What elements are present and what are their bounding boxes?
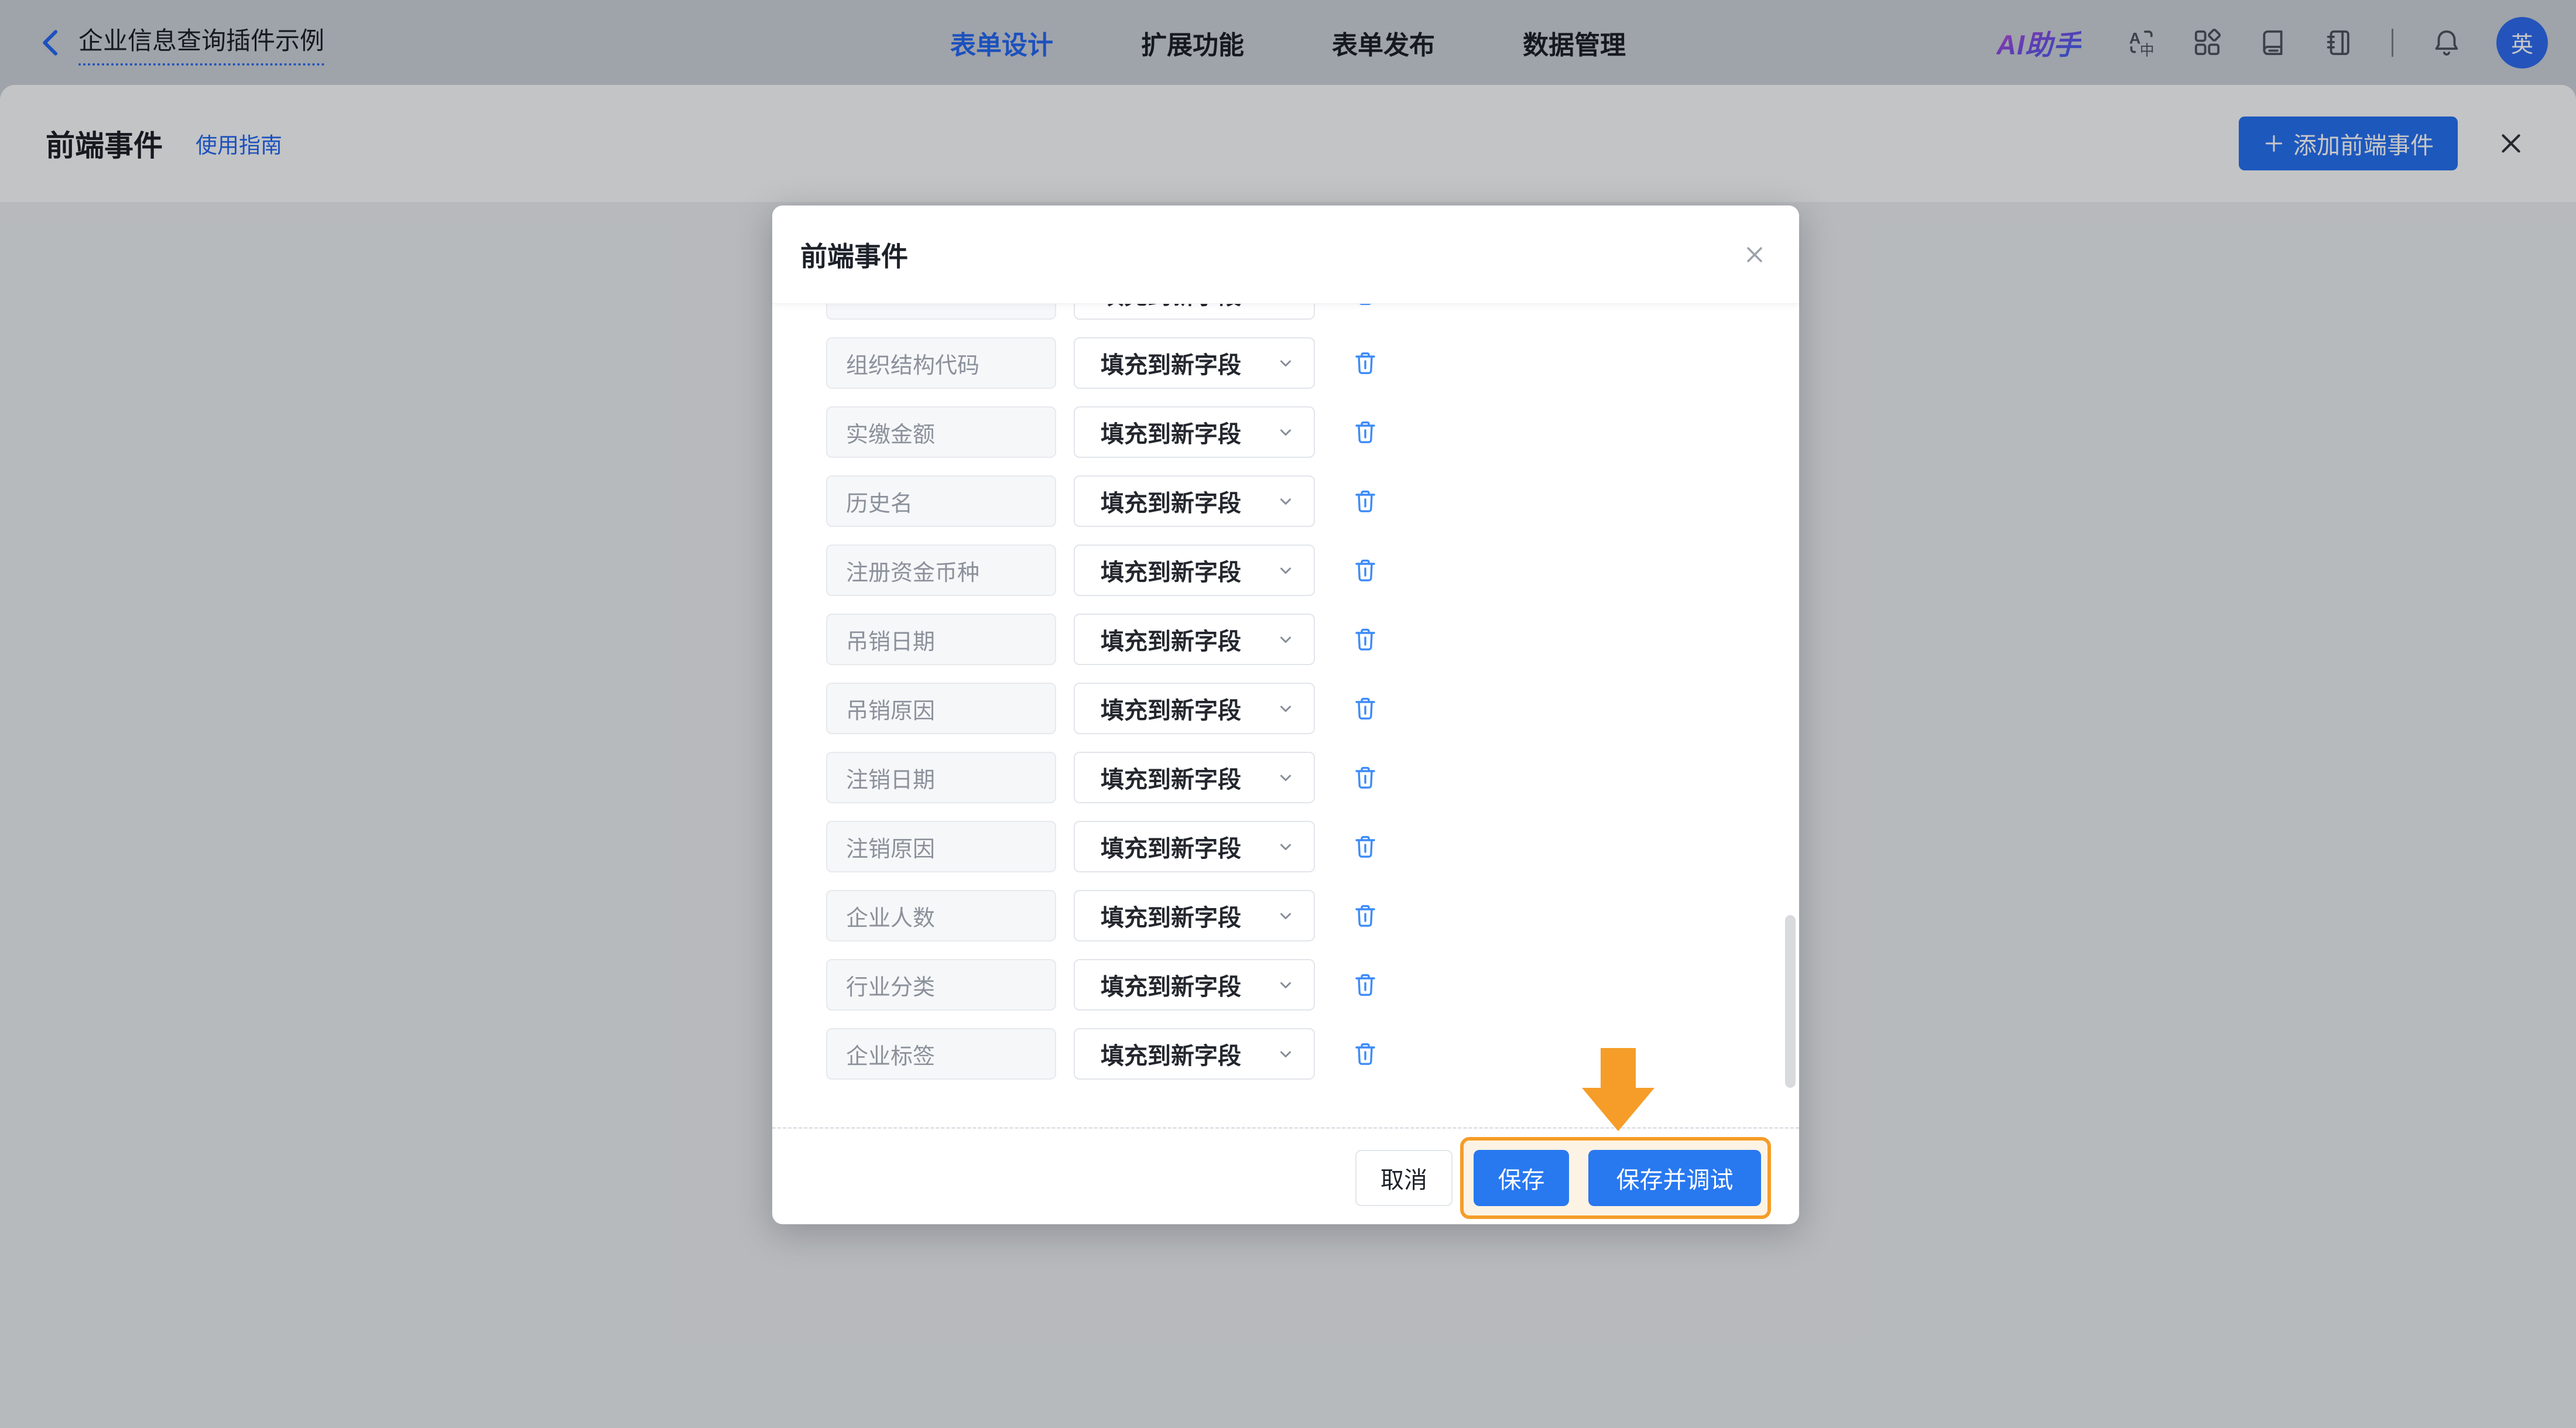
delete-row-button[interactable]: [1351, 902, 1379, 930]
field-mapping-row: 吊销原因 填充到新字段: [826, 683, 1799, 734]
field-mapping-row: 行业分类 填充到新字段: [826, 959, 1799, 1011]
delete-row-button[interactable]: [1351, 418, 1379, 446]
field-mapping-row: 注册资金币种 填充到新字段: [826, 545, 1799, 596]
fill-action-value: 填充到新字段: [1101, 836, 1241, 862]
field-mapping-row: 历史名 填充到新字段: [826, 475, 1799, 527]
fill-action-select[interactable]: 填充到新字段: [1074, 752, 1315, 803]
field-name-input[interactable]: 注册资金币种: [826, 545, 1056, 596]
fill-action-value: 填充到新字段: [1101, 422, 1241, 447]
field-mapping-row: 实缴金额 填充到新字段: [826, 406, 1799, 458]
fill-action-value: 填充到新字段: [1101, 352, 1241, 378]
fill-action-select[interactable]: 填充到新字段: [1074, 406, 1315, 458]
delete-row-button[interactable]: [1351, 303, 1379, 308]
field-mapping-row: 注销原因 填充到新字段: [826, 821, 1799, 872]
field-mapping-row: 企业人数 填充到新字段: [826, 890, 1799, 941]
chevron-down-icon: [1280, 636, 1291, 643]
delete-row-button[interactable]: [1351, 833, 1379, 861]
fill-action-value: 填充到新字段: [1101, 974, 1241, 1000]
field-name-input[interactable]: 吊销日期: [826, 614, 1056, 665]
delete-row-button[interactable]: [1351, 1040, 1379, 1068]
chevron-down-icon: [1280, 844, 1291, 850]
field-mapping-list: 填充到新字段 组织结构代码 填充到新字段: [772, 303, 1799, 1127]
field-name-input[interactable]: 企业人数: [826, 890, 1056, 941]
fill-action-value: 填充到新字段: [1101, 905, 1241, 931]
fill-action-value: 填充到新字段: [1101, 303, 1241, 311]
field-name-placeholder: 注销日期: [846, 768, 936, 793]
delete-row-button[interactable]: [1351, 625, 1379, 653]
fill-action-value: 填充到新字段: [1101, 767, 1241, 793]
save-and-debug-button[interactable]: 保存并调试: [1588, 1150, 1761, 1206]
fill-action-value: 填充到新字段: [1101, 491, 1241, 516]
chevron-down-icon: [1280, 360, 1291, 367]
fill-action-value: 填充到新字段: [1101, 698, 1241, 724]
chevron-down-icon: [1280, 498, 1291, 505]
fill-action-select[interactable]: 填充到新字段: [1074, 545, 1315, 596]
field-name-input[interactable]: 注销日期: [826, 752, 1056, 803]
fill-action-select[interactable]: 填充到新字段: [1074, 1028, 1315, 1080]
field-mapping-row: 填充到新字段: [826, 303, 1799, 320]
field-name-placeholder: 企业标签: [846, 1044, 936, 1069]
field-mapping-row: 注销日期 填充到新字段: [826, 752, 1799, 803]
field-name-placeholder: 注册资金币种: [846, 560, 980, 585]
field-mapping-row: 组织结构代码 填充到新字段: [826, 337, 1799, 389]
chevron-down-icon: [1280, 567, 1291, 574]
chevron-down-icon: [1280, 429, 1291, 436]
modal-title: 前端事件: [800, 241, 908, 272]
delete-row-button[interactable]: [1351, 694, 1379, 722]
fill-action-select[interactable]: 填充到新字段: [1074, 683, 1315, 734]
chevron-down-icon: [1280, 913, 1291, 919]
chevron-down-icon: [1280, 1051, 1291, 1057]
orange-arrow-annotation: [1582, 1048, 1654, 1131]
field-name-input[interactable]: 行业分类: [826, 959, 1056, 1011]
field-name-input[interactable]: 注销原因: [826, 821, 1056, 872]
field-name-input[interactable]: 吊销原因: [826, 683, 1056, 734]
field-mapping-row: 吊销日期 填充到新字段: [826, 614, 1799, 665]
fill-action-value: 填充到新字段: [1101, 560, 1241, 585]
delete-row-button[interactable]: [1351, 487, 1379, 515]
fill-action-select[interactable]: 填充到新字段: [1074, 614, 1315, 665]
field-name-input[interactable]: 实缴金额: [826, 406, 1056, 458]
field-name-input[interactable]: 历史名: [826, 475, 1056, 527]
save-button[interactable]: 保存: [1474, 1150, 1569, 1206]
field-name-placeholder: 历史名: [846, 491, 913, 516]
delete-row-button[interactable]: [1351, 349, 1379, 377]
field-name-placeholder: 吊销日期: [846, 629, 936, 655]
cancel-button[interactable]: 取消: [1355, 1150, 1453, 1206]
field-name-placeholder: 实缴金额: [846, 422, 936, 447]
field-name-input[interactable]: 企业标签: [826, 1028, 1056, 1080]
fill-action-select[interactable]: 填充到新字段: [1074, 959, 1315, 1011]
fill-action-select[interactable]: 填充到新字段: [1074, 890, 1315, 941]
frontend-event-modal: 前端事件 填充到新字段 组织结构代码 填充到新字段: [772, 206, 1799, 1224]
fill-action-select[interactable]: 填充到新字段: [1074, 475, 1315, 527]
chevron-down-icon: [1280, 982, 1291, 988]
fill-action-select[interactable]: 填充到新字段: [1074, 821, 1315, 872]
chevron-down-icon: [1280, 706, 1291, 712]
fill-action-value: 填充到新字段: [1101, 629, 1241, 655]
fill-action-select[interactable]: 填充到新字段: [1074, 303, 1315, 320]
app-screen: 企业信息查询插件示例 表单设计 扩展功能 表单发布 数据管理 AI助手 A 中: [0, 0, 2576, 1428]
field-name-input[interactable]: 组织结构代码: [826, 337, 1056, 389]
delete-row-button[interactable]: [1351, 556, 1379, 584]
field-name-placeholder: 企业人数: [846, 906, 936, 931]
fill-action-select[interactable]: 填充到新字段: [1074, 337, 1315, 389]
field-name-placeholder: 组织结构代码: [846, 353, 980, 378]
delete-row-button[interactable]: [1351, 971, 1379, 999]
modal-header: 前端事件: [772, 206, 1799, 304]
modal-close-icon[interactable]: [1741, 241, 1769, 269]
field-name-placeholder: 注销原因: [846, 837, 936, 862]
modal-scrollbar-thumb[interactable]: [1785, 915, 1796, 1088]
fill-action-value: 填充到新字段: [1101, 1043, 1241, 1069]
chevron-down-icon: [1280, 775, 1291, 781]
field-name-placeholder: 吊销原因: [846, 698, 936, 724]
field-name-placeholder: 行业分类: [846, 975, 936, 1000]
field-name-input[interactable]: [826, 303, 1056, 320]
delete-row-button[interactable]: [1351, 763, 1379, 792]
